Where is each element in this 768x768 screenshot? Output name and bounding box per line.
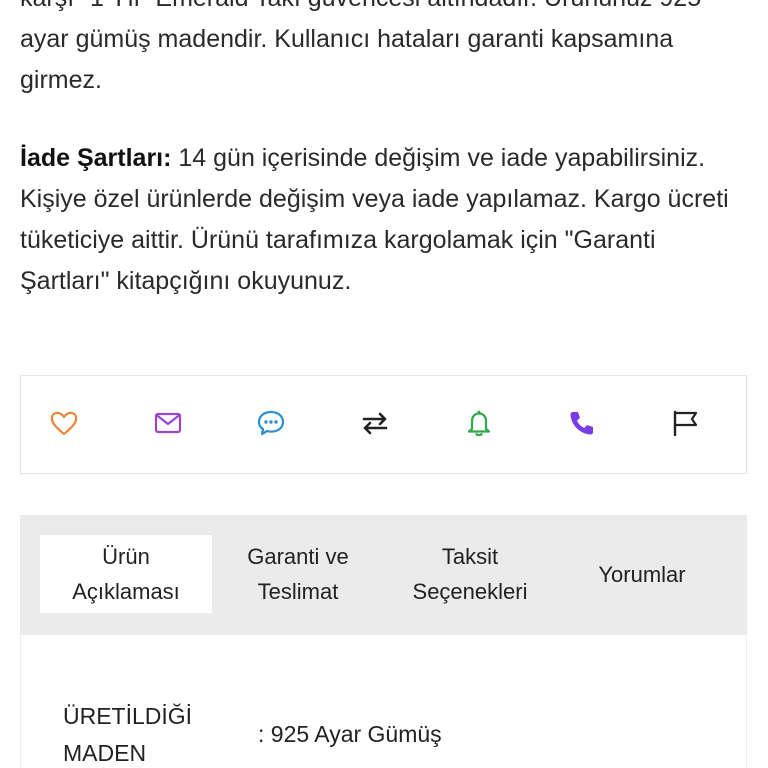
tab-label-line: Ürün	[102, 544, 150, 569]
tab-reviews[interactable]: Yorumlar	[558, 535, 726, 613]
favorite-button[interactable]	[47, 406, 81, 440]
warranty-paragraph: karşı "1 Yıl" Emerald Takı güvencesi alt…	[20, 0, 740, 101]
tab-warranty-delivery-label: Garanti ve Teslimat	[247, 539, 349, 609]
call-button[interactable]	[565, 406, 599, 440]
chat-button[interactable]	[254, 406, 288, 440]
tab-label-line: Açıklaması	[72, 579, 180, 604]
spec-label-material: ÜRETİLDİĞİ MADEN	[63, 698, 233, 768]
compare-button[interactable]	[358, 406, 392, 440]
spec-label-line: MADEN	[63, 740, 147, 766]
tab-label-line: Garanti ve	[247, 544, 349, 569]
email-share-button[interactable]	[151, 406, 185, 440]
tab-label-line: Seçenekleri	[412, 579, 528, 604]
tab-installment-options[interactable]: Taksit Seçenekleri	[386, 535, 554, 613]
swap-arrows-icon	[362, 412, 388, 435]
tab-product-description-label: Ürün Açıklaması	[72, 539, 180, 609]
tab-product-description[interactable]: Ürün Açıklaması	[40, 535, 212, 613]
tab-label-line: Taksit	[441, 544, 499, 569]
chat-bubble-icon	[257, 410, 285, 436]
warranty-text: karşı "1 Yıl" Emerald Takı güvencesi alt…	[20, 0, 701, 94]
heart-icon	[50, 411, 78, 436]
tab-label-line: Teslimat	[257, 579, 339, 604]
return-conditions-label: İade Şartları:	[20, 144, 172, 172]
price-alert-button[interactable]	[462, 406, 496, 440]
spec-value-material: : 925 Ayar Gümüş	[258, 721, 442, 747]
report-button[interactable]	[668, 406, 702, 440]
flag-icon	[673, 410, 698, 437]
phone-icon	[570, 412, 593, 435]
bell-icon	[467, 410, 491, 437]
tab-warranty-delivery[interactable]: Garanti ve Teslimat	[214, 535, 382, 613]
product-detail-page: karşı "1 Yıl" Emerald Takı güvencesi alt…	[0, 0, 768, 768]
tab-installment-options-label: Taksit Seçenekleri	[413, 539, 528, 609]
tab-reviews-label: Yorumlar	[598, 557, 685, 592]
tab-label-line: Yorumlar	[598, 561, 686, 587]
envelope-icon	[154, 412, 182, 434]
spec-label-line: ÜRETİLDİĞİ	[63, 703, 193, 729]
return-conditions-paragraph: İade Şartları: 14 gün içerisinde değişim…	[20, 138, 740, 302]
